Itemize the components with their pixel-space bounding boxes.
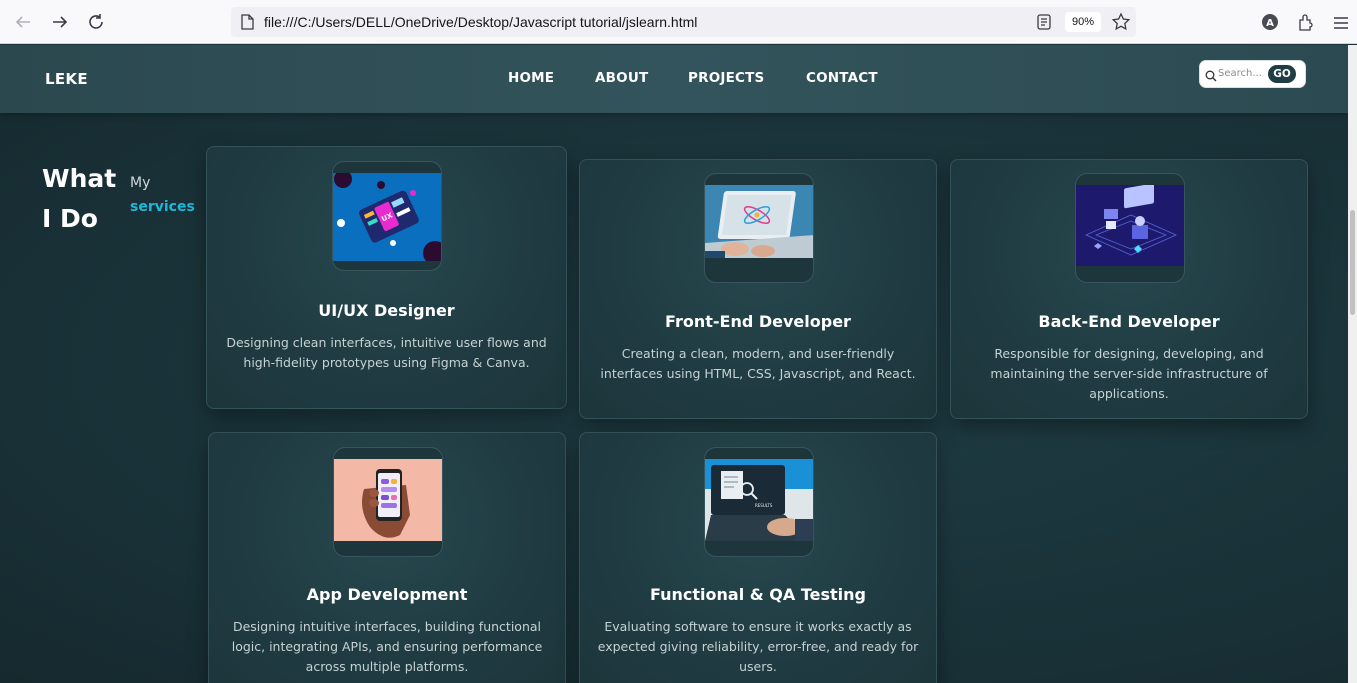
webpage: LEKE HOME ABOUT PROJECTS CONTACT Search.… bbox=[0, 45, 1348, 683]
nav-about[interactable]: ABOUT bbox=[595, 70, 648, 86]
nav-home[interactable]: HOME bbox=[508, 70, 554, 86]
desc-line: users. bbox=[739, 659, 777, 674]
desc-line: Evaluating software to ensure it works e… bbox=[604, 619, 912, 634]
back-icon[interactable] bbox=[12, 11, 34, 33]
heading-line: What bbox=[42, 164, 117, 193]
nav-contact[interactable]: CONTACT bbox=[806, 70, 878, 86]
reload-icon[interactable] bbox=[85, 11, 107, 33]
svg-text:RESULTS: RESULTS bbox=[755, 503, 773, 508]
card-title: App Development bbox=[306, 585, 468, 604]
section-heading: What I Do bbox=[42, 159, 116, 239]
card-description: Designing intuitive interfaces, building… bbox=[209, 617, 565, 677]
card-title: Back-End Developer bbox=[1038, 312, 1220, 331]
heading-line: I Do bbox=[42, 204, 98, 233]
card-description: Responsible for designing, developing, a… bbox=[951, 344, 1307, 404]
desc-line: maintaining the server-side infrastructu… bbox=[990, 366, 1268, 381]
card-description: Evaluating software to ensure it works e… bbox=[580, 617, 936, 677]
url-text: file:///C:/Users/DELL/OneDrive/Desktop/J… bbox=[264, 14, 698, 30]
service-card-backend[interactable]: Back-End Developer Responsible for desig… bbox=[950, 159, 1308, 419]
card-description: Designing clean interfaces, intuitive us… bbox=[207, 333, 566, 373]
search-go-button[interactable]: GO bbox=[1268, 65, 1296, 83]
desc-line: Designing intuitive interfaces, building… bbox=[232, 619, 542, 634]
card-description: Creating a clean, modern, and user-frien… bbox=[580, 344, 936, 384]
qa-testing-image: RESULTS bbox=[704, 447, 814, 557]
desc-line: high-fidelity prototypes using Figma & C… bbox=[243, 355, 530, 370]
svg-text:A: A bbox=[1266, 18, 1274, 29]
frontend-image bbox=[704, 173, 814, 283]
section-subtitle-accent: services bbox=[130, 199, 195, 215]
reader-view-icon[interactable] bbox=[1037, 14, 1051, 34]
forward-icon[interactable] bbox=[49, 11, 71, 33]
browser-toolbar: file:///C:/Users/DELL/OneDrive/Desktop/J… bbox=[0, 0, 1357, 44]
desc-line: expected giving reliability, error-free,… bbox=[597, 639, 919, 654]
url-bar[interactable]: file:///C:/Users/DELL/OneDrive/Desktop/J… bbox=[231, 7, 1136, 37]
desc-line: interfaces using HTML, CSS, Javascript, … bbox=[600, 366, 916, 381]
card-title: Functional & QA Testing bbox=[650, 585, 866, 604]
site-logo[interactable]: LEKE bbox=[45, 70, 88, 88]
site-header: LEKE HOME ABOUT PROJECTS CONTACT Search.… bbox=[0, 45, 1348, 113]
desc-line: Designing clean interfaces, intuitive us… bbox=[226, 335, 547, 350]
search-icon bbox=[1205, 67, 1217, 86]
card-title: UI/UX Designer bbox=[318, 301, 455, 320]
section-subtitle: My bbox=[130, 175, 151, 191]
search-input[interactable]: Search... bbox=[1218, 68, 1262, 79]
nav-projects[interactable]: PROJECTS bbox=[688, 70, 764, 86]
backend-image bbox=[1075, 173, 1185, 283]
service-card-uiux[interactable]: UX UI/UX Designer Designing clean interf… bbox=[206, 146, 567, 409]
service-card-app-development[interactable]: App Development Designing intuitive inte… bbox=[208, 432, 566, 683]
desc-line: applications. bbox=[1089, 386, 1169, 401]
bookmark-star-icon[interactable] bbox=[1111, 12, 1131, 36]
uiux-image: UX bbox=[332, 161, 442, 271]
app-development-image bbox=[333, 447, 443, 557]
desc-line: logic, integrating APIs, and ensuring pe… bbox=[231, 639, 543, 654]
menu-icon[interactable] bbox=[1333, 15, 1349, 34]
account-icon[interactable]: A bbox=[1261, 13, 1279, 35]
card-title: Front-End Developer bbox=[665, 312, 851, 331]
desc-line: Creating a clean, modern, and user-frien… bbox=[621, 346, 895, 361]
page-icon bbox=[240, 14, 254, 34]
extensions-icon[interactable] bbox=[1297, 13, 1315, 35]
scrollbar-thumb[interactable] bbox=[1350, 210, 1355, 315]
desc-line: Responsible for designing, developing, a… bbox=[994, 346, 1264, 361]
search-box[interactable]: Search... GO bbox=[1200, 61, 1305, 87]
zoom-level[interactable]: 90% bbox=[1065, 12, 1101, 32]
desc-line: across multiple platforms. bbox=[305, 659, 469, 674]
page-scrollbar[interactable] bbox=[1348, 45, 1357, 683]
service-card-frontend[interactable]: Front-End Developer Creating a clean, mo… bbox=[579, 159, 937, 419]
service-card-qa-testing[interactable]: RESULTS Functional & QA Testing Evaluati… bbox=[579, 432, 937, 683]
